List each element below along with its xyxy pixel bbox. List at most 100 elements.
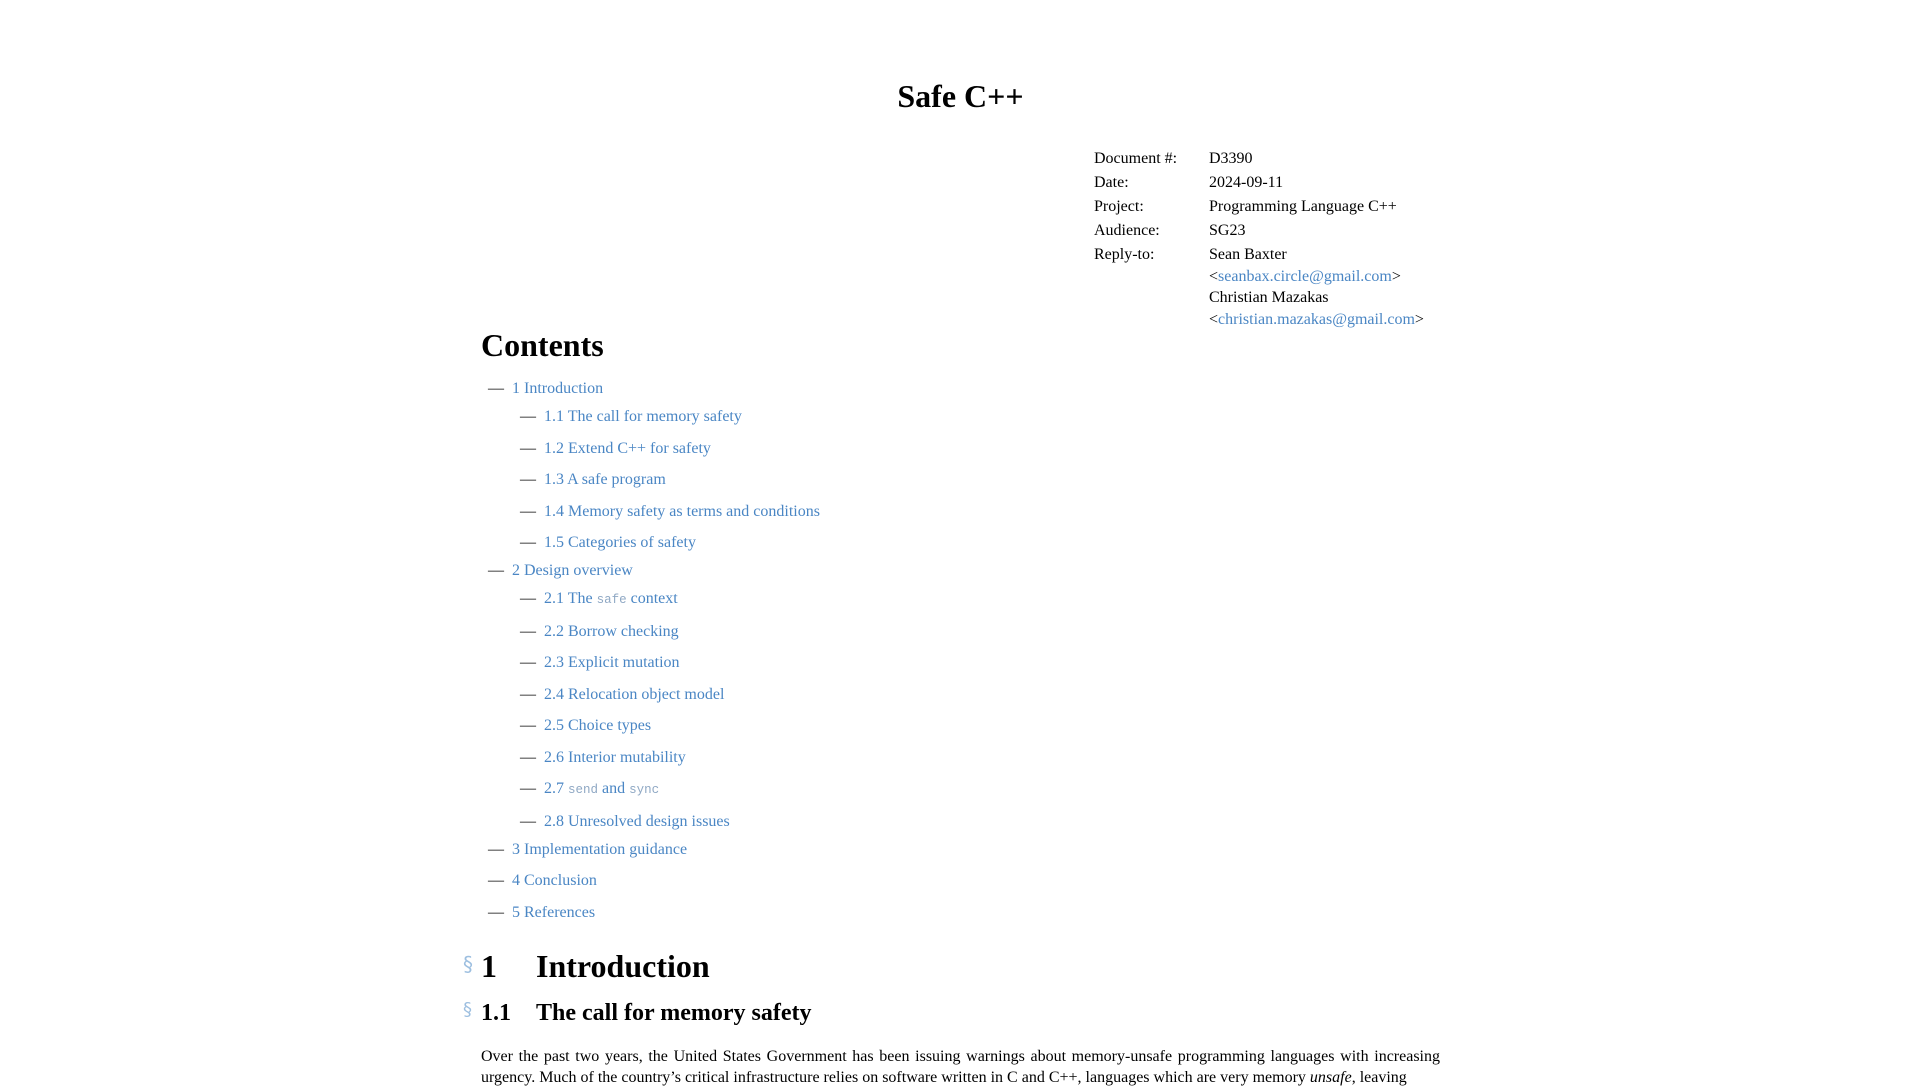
- toc-label: Memory safety as terms and conditions: [568, 502, 820, 520]
- toc-link-safe-program[interactable]: 1.3 A safe program: [544, 471, 666, 488]
- toc-label: Interior mutability: [568, 748, 686, 766]
- section-heading-introduction: § 1 Introduction: [463, 946, 710, 986]
- metadata-value: Programming Language C++: [1209, 198, 1397, 215]
- toc-label: The call for memory safety: [567, 408, 742, 425]
- section-number: 1: [481, 948, 497, 984]
- toc-number: 1.4: [544, 502, 564, 520]
- body-paragraph: Over the past two years, the United Stat…: [481, 1046, 1440, 1088]
- metadata-value: D3390: [1209, 150, 1253, 167]
- toc-link-extend-cpp-for-safety[interactable]: 1.2 Extend C++ for safety: [544, 440, 711, 457]
- toc-label: Explicit mutation: [568, 654, 680, 671]
- metadata-value: SG23: [1209, 222, 1246, 239]
- toc-dash: —: [520, 502, 536, 520]
- author-name: Sean Baxter: [1209, 246, 1287, 263]
- section-anchor-icon[interactable]: §: [463, 995, 472, 1025]
- toc-number: 2.6: [544, 748, 564, 766]
- author-email-link[interactable]: seanbax.circle@gmail.com: [1218, 268, 1392, 285]
- metadata-row-audience: Audience: SG23: [1094, 220, 1440, 244]
- toc-label: Extend C++ for safety: [568, 439, 711, 457]
- toc-link-references[interactable]: 5 References: [512, 904, 595, 921]
- toc-item: — 4 Conclusion: [481, 870, 820, 892]
- toc-link-interior-mutability[interactable]: 2.6 Interior mutability: [544, 749, 686, 766]
- toc-number: 5: [512, 903, 520, 921]
- toc-item: — 1.1 The call for memory safety: [481, 406, 820, 428]
- toc-link-unresolved-design-issues[interactable]: 2.8 Unresolved design issues: [544, 813, 730, 830]
- toc-dash: —: [520, 780, 536, 797]
- toc-label: References: [524, 903, 596, 921]
- email-bracket-close: >: [1391, 267, 1401, 285]
- table-of-contents: — 1 Introduction — 1.1 The call for memo…: [481, 378, 820, 930]
- toc-number: 1.2: [544, 439, 564, 457]
- toc-link-choice-types[interactable]: 2.5 Choice types: [544, 717, 651, 734]
- metadata-label: Date:: [1094, 174, 1129, 191]
- toc-number: 3: [512, 840, 520, 858]
- toc-link-categories-of-safety[interactable]: 1.5 Categories of safety: [544, 534, 696, 551]
- metadata-row-reply-to: Reply-to: Sean Baxter <seanbax.circle@gm…: [1094, 244, 1440, 333]
- toc-label: Categories of safety: [568, 534, 696, 551]
- toc-link-conclusion[interactable]: 4 Conclusion: [512, 872, 597, 889]
- toc-item: — 2.2 Borrow checking: [481, 621, 820, 643]
- toc-item: — 1.4 Memory safety as terms and conditi…: [481, 501, 820, 523]
- toc-item: — 1.2 Extend C++ for safety: [481, 438, 820, 460]
- toc-label: Introduction: [524, 380, 604, 397]
- toc-dash: —: [488, 380, 504, 397]
- email-bracket-open: <: [1209, 310, 1219, 328]
- toc-link-introduction[interactable]: 1 Introduction: [512, 380, 603, 397]
- toc-dash: —: [488, 872, 504, 889]
- toc-number: 1.5: [544, 534, 564, 551]
- toc-link-memory-safety-terms[interactable]: 1.4 Memory safety as terms and condition…: [544, 503, 820, 520]
- author-name: Christian Mazakas: [1209, 289, 1329, 306]
- toc-number: 2.7: [544, 780, 564, 797]
- toc-link-relocation-object-model[interactable]: 2.4 Relocation object model: [544, 686, 724, 703]
- toc-item: — 2.7 send and sync: [481, 778, 820, 801]
- toc-number: 2.1: [544, 590, 564, 607]
- metadata-row-date: Date: 2024-09-11: [1094, 172, 1440, 196]
- toc-dash: —: [520, 534, 536, 551]
- toc-dash: —: [520, 654, 536, 671]
- code-keyword: sync: [629, 783, 660, 797]
- toc-label: Conclusion: [524, 872, 597, 889]
- emphasis-text: unsafe: [1309, 1069, 1352, 1086]
- toc-link-call-for-memory-safety[interactable]: 1.1 The call for memory safety: [544, 408, 742, 425]
- section-title: Introduction: [536, 948, 710, 984]
- section-anchor-icon[interactable]: §: [463, 944, 473, 984]
- toc-dash: —: [520, 471, 536, 488]
- toc-item: — 2.8 Unresolved design issues: [481, 811, 820, 833]
- toc-link-implementation-guidance[interactable]: 3 Implementation guidance: [512, 841, 687, 858]
- author-email-link[interactable]: christian.mazakas@gmail.com: [1218, 311, 1415, 328]
- toc-link-send-and-sync[interactable]: 2.7 send and sync: [544, 780, 659, 797]
- toc-item: — 2.5 Choice types: [481, 715, 820, 737]
- toc-label: Relocation object model: [568, 685, 725, 703]
- toc-dash: —: [520, 812, 536, 830]
- toc-dash: —: [520, 408, 536, 425]
- toc-label: Design overview: [524, 562, 633, 579]
- toc-item: — 2.4 Relocation object model: [481, 684, 820, 706]
- toc-link-borrow-checking[interactable]: 2.2 Borrow checking: [544, 623, 679, 640]
- toc-dash: —: [520, 717, 536, 734]
- toc-number: 2.5: [544, 717, 564, 734]
- toc-link-design-overview[interactable]: 2 Design overview: [512, 562, 633, 579]
- metadata-value: 2024-09-11: [1209, 174, 1284, 191]
- toc-item: — 1.5 Categories of safety: [481, 532, 820, 554]
- email-bracket-close: >: [1414, 310, 1424, 328]
- toc-number: 2.8: [544, 812, 564, 830]
- toc-dash: —: [520, 590, 536, 607]
- metadata-label: Audience:: [1094, 222, 1160, 239]
- metadata-table: Document #: D3390 Date: 2024-09-11 Proje…: [1094, 148, 1440, 333]
- toc-dash: —: [520, 439, 536, 457]
- code-keyword: safe: [596, 593, 627, 607]
- toc-label: Choice types: [568, 717, 652, 734]
- section-title: The call for memory safety: [536, 1000, 812, 1026]
- toc-item: — 3 Implementation guidance: [481, 839, 820, 861]
- paragraph-text: , leaving: [1351, 1069, 1407, 1086]
- toc-label: Implementation guidance: [524, 840, 688, 858]
- toc-dash: —: [488, 840, 504, 858]
- section-number: 1.1: [481, 1000, 511, 1026]
- toc-item: — 5 References: [481, 902, 820, 924]
- toc-dash: —: [520, 685, 536, 703]
- metadata-label: Document #:: [1094, 150, 1178, 167]
- toc-link-safe-context[interactable]: 2.1 The safe context: [544, 590, 678, 607]
- reply-to-authors: Sean Baxter <seanbax.circle@gmail.com> C…: [1209, 244, 1440, 333]
- toc-link-explicit-mutation[interactable]: 2.3 Explicit mutation: [544, 654, 680, 671]
- contents-heading: Contents: [481, 327, 604, 363]
